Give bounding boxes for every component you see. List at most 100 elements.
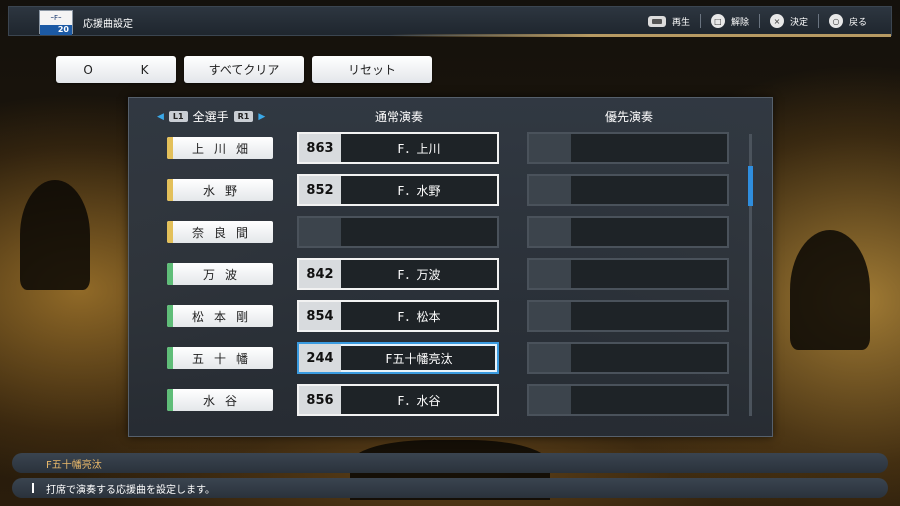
control-play-label: 再生 (671, 17, 690, 28)
normal-song-slot[interactable]: 244 F五十幡亮汰 (297, 342, 499, 374)
player-tab-marker (167, 305, 173, 327)
topbar-underline (389, 34, 891, 37)
priority-song-title (571, 176, 727, 204)
song-title: F．万波 (397, 267, 441, 282)
player-filter[interactable]: ◀ L1 全選手 R1 ▶ (157, 108, 265, 125)
priority-song-number (529, 344, 571, 372)
player-name-button[interactable]: 上川畑 (167, 137, 273, 159)
player-row: 水谷 856 F．水谷 (129, 382, 749, 416)
priority-song-slot[interactable] (527, 342, 729, 374)
normal-song-slot[interactable] (297, 216, 499, 248)
priority-song-slot[interactable] (527, 174, 729, 206)
player-tab-marker (167, 263, 173, 285)
song-number: 244 (299, 344, 341, 372)
square-button-icon: □ (710, 14, 725, 28)
player-row: 奈良間 (129, 214, 749, 248)
touchpad-icon (647, 15, 666, 27)
logo-year: 20 (40, 25, 72, 35)
circle-button-icon: ○ (828, 14, 843, 28)
cross-button-icon: × (769, 14, 784, 28)
scrollbar-thumb[interactable] (748, 166, 753, 206)
priority-song-slot[interactable] (527, 258, 729, 290)
cheer-song-panel: ◀ L1 全選手 R1 ▶ 通常演奏 優先演奏 上川畑 863 F．上川水野 852 F… (128, 97, 773, 437)
player-name: 松本剛 (191, 309, 258, 324)
player-tab-marker (167, 221, 173, 243)
current-song-name: F五十幡亮汰 (46, 459, 102, 471)
page-title: 応援曲設定 (83, 19, 133, 30)
priority-song-slot[interactable] (527, 300, 729, 332)
current-song-bar: F五十幡亮汰 (12, 453, 888, 473)
clear-all-button[interactable]: すべてクリア (184, 56, 304, 83)
help-text: 打席で演奏する応援曲を設定します。 (46, 484, 215, 496)
player-tab-marker (167, 179, 173, 201)
song-title: F．水野 (397, 183, 441, 198)
priority-song-title (571, 260, 727, 288)
priority-song-title (571, 218, 727, 246)
control-clear[interactable]: □ 解除 (699, 14, 759, 28)
help-bullet (32, 483, 34, 493)
arrow-right-icon[interactable]: ▶ (258, 112, 265, 122)
song-number: 863 (299, 134, 341, 162)
priority-song-slot[interactable] (527, 216, 729, 248)
help-text-bar: 打席で演奏する応援曲を設定します。 (12, 478, 888, 498)
player-filter-label: 全選手 (192, 110, 229, 124)
player-name: 五十幡 (191, 351, 258, 366)
priority-song-title (571, 344, 727, 372)
priority-column-header: 優先演奏 (605, 110, 654, 124)
priority-song-number (529, 176, 571, 204)
player-tab-marker (167, 137, 173, 159)
control-confirm[interactable]: × 決定 (758, 14, 818, 28)
normal-song-slot[interactable]: 852 F．水野 (297, 174, 499, 206)
priority-song-number (529, 218, 571, 246)
player-name: 万波 (202, 267, 247, 282)
song-title: F五十幡亮汰 (385, 351, 453, 366)
scrollbar[interactable] (748, 134, 753, 416)
song-title: F．上川 (397, 141, 441, 156)
control-back[interactable]: ○ 戻る (817, 14, 877, 28)
song-title (341, 218, 497, 246)
priority-song-slot[interactable] (527, 132, 729, 164)
ok-button[interactable]: O K (56, 56, 176, 83)
top-bar: ｰFｰ 20 応援曲設定 再生 □ 解除 × 決定 ○ 戻る (8, 6, 892, 37)
control-back-label: 戻る (848, 17, 867, 28)
player-name-button[interactable]: 水谷 (167, 389, 273, 411)
player-name: 水谷 (202, 393, 247, 408)
player-name: 水野 (202, 183, 247, 198)
song-number: 852 (299, 176, 341, 204)
player-row: 松本剛 854 F．松本 (129, 298, 749, 332)
l1-button-icon: L1 (168, 111, 188, 122)
player-row: 上川畑 863 F．上川 (129, 130, 749, 164)
priority-song-number (529, 260, 571, 288)
priority-song-title (571, 134, 727, 162)
player-name-button[interactable]: 松本剛 (167, 305, 273, 327)
player-name-button[interactable]: 水野 (167, 179, 273, 201)
normal-song-slot[interactable]: 863 F．上川 (297, 132, 499, 164)
priority-song-slot[interactable] (527, 384, 729, 416)
player-tab-marker (167, 389, 173, 411)
player-name: 上川畑 (191, 141, 258, 156)
player-row: 五十幡 244 F五十幡亮汰 (129, 340, 749, 374)
normal-column-header: 通常演奏 (375, 110, 424, 124)
fighters-logo: ｰFｰ 20 (39, 10, 73, 35)
song-title: F．水谷 (397, 393, 441, 408)
song-number: 842 (299, 260, 341, 288)
normal-song-slot[interactable]: 842 F．万波 (297, 258, 499, 290)
logo-mark: ｰFｰ (40, 11, 72, 25)
normal-song-slot[interactable]: 856 F．水谷 (297, 384, 499, 416)
priority-song-number (529, 134, 571, 162)
player-name-button[interactable]: 五十幡 (167, 347, 273, 369)
player-tab-marker (167, 347, 173, 369)
reset-button[interactable]: リセット (312, 56, 432, 83)
player-name-button[interactable]: 奈良間 (167, 221, 273, 243)
control-clear-label: 解除 (730, 17, 749, 28)
arrow-left-icon[interactable]: ◀ (157, 112, 164, 122)
player-name-button[interactable]: 万波 (167, 263, 273, 285)
control-play[interactable]: 再生 (638, 15, 700, 28)
normal-song-slot[interactable]: 854 F．松本 (297, 300, 499, 332)
r1-button-icon: R1 (233, 111, 254, 122)
player-row: 水野 852 F．水野 (129, 172, 749, 206)
priority-song-title (571, 302, 727, 330)
control-confirm-label: 決定 (789, 17, 808, 28)
player-row: 万波 842 F．万波 (129, 256, 749, 290)
priority-song-title (571, 386, 727, 414)
